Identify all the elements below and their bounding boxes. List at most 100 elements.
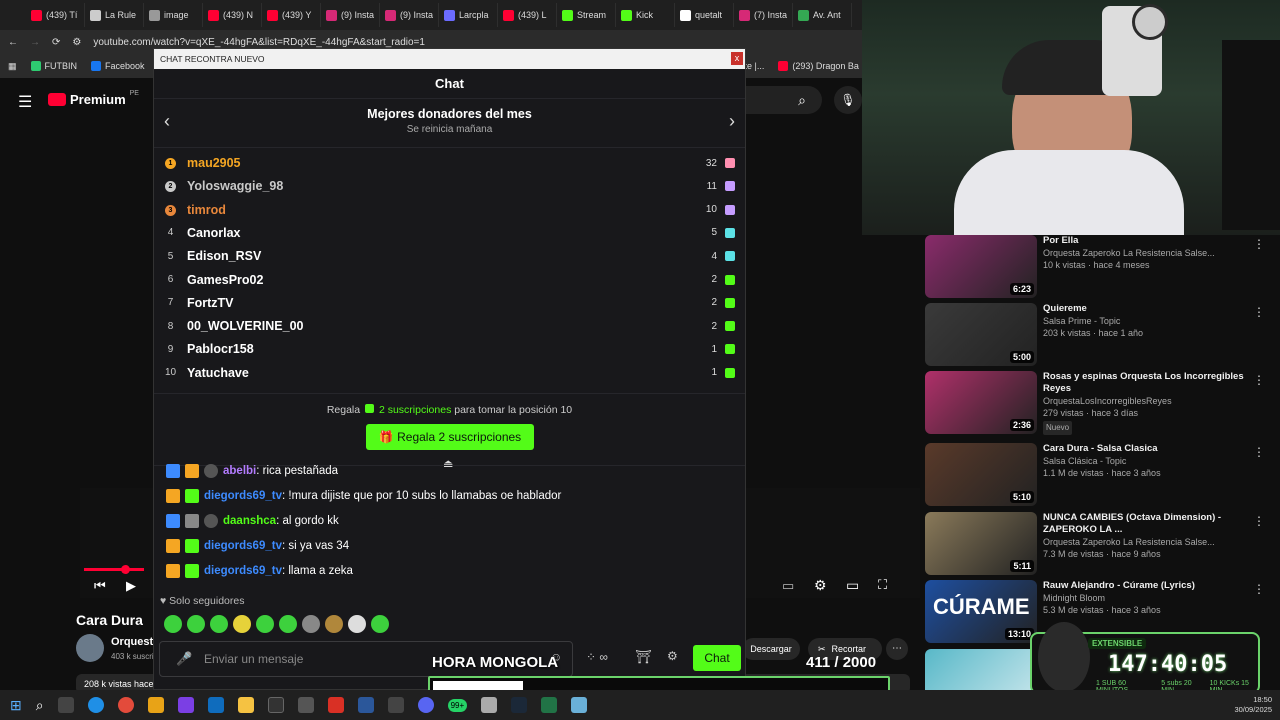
gift-shop-icon[interactable]: ⛩ bbox=[635, 649, 652, 665]
more-options-icon[interactable]: ⋮ bbox=[1253, 514, 1265, 528]
emote-icon[interactable] bbox=[371, 615, 389, 633]
more-options-icon[interactable]: ⋮ bbox=[1253, 373, 1265, 387]
site-info-icon[interactable]: ⚙ bbox=[72, 37, 81, 48]
search-icon[interactable]: ⌕ bbox=[36, 697, 44, 714]
donor-row[interactable]: 10 Yatuchave 1 bbox=[162, 363, 737, 383]
emote-icon[interactable] bbox=[325, 615, 343, 633]
bookmark-item[interactable]: Facebook bbox=[91, 61, 145, 71]
discord-icon[interactable] bbox=[417, 697, 434, 713]
browser-tab[interactable]: (439) L bbox=[498, 3, 557, 27]
excel-icon[interactable] bbox=[541, 697, 558, 713]
mic-icon[interactable]: 🎤 bbox=[176, 651, 192, 667]
bookmark-item[interactable]: FUTBIN bbox=[30, 61, 77, 71]
donor-row[interactable]: 8 00_WOLVERINE_00 2 bbox=[162, 316, 737, 336]
emote-icon[interactable] bbox=[256, 615, 274, 633]
emote-icon[interactable] bbox=[348, 615, 366, 633]
obs-icon[interactable] bbox=[267, 697, 284, 713]
chat-username[interactable]: diegords69_tv bbox=[204, 565, 282, 577]
chat-username[interactable]: diegords69_tv bbox=[204, 490, 282, 502]
forward-icon[interactable]: → bbox=[30, 37, 40, 48]
youtube-logo[interactable]: Premium PE bbox=[48, 90, 139, 107]
download-button[interactable]: Descargar bbox=[742, 638, 800, 660]
browser-tab[interactable]: Larcpla bbox=[439, 3, 498, 27]
system-clock[interactable]: 18:50 30/09/2025 bbox=[1234, 695, 1272, 715]
more-options-icon[interactable]: ⋮ bbox=[1253, 582, 1265, 596]
task-view-icon[interactable] bbox=[57, 697, 74, 713]
bookmark-item[interactable]: (293) Dragon Ba bbox=[778, 61, 859, 71]
app-icon[interactable] bbox=[571, 697, 588, 713]
donor-row[interactable]: 5 Edison_RSV 4 bbox=[162, 246, 737, 266]
emote-icon[interactable] bbox=[187, 615, 205, 633]
browser-tab[interactable]: Stream bbox=[557, 3, 616, 27]
theater-icon[interactable]: ▭ bbox=[846, 577, 859, 594]
close-button[interactable]: x bbox=[731, 52, 743, 65]
donor-row[interactable]: 9 Pablocr158 1 bbox=[162, 339, 737, 359]
reload-icon[interactable]: ⟳ bbox=[52, 37, 60, 48]
steam-icon[interactable] bbox=[511, 697, 528, 713]
recommended-video[interactable]: 6:23 Por Ella Orquesta Zaperoko La Resiste… bbox=[925, 235, 1275, 299]
video-thumbnail[interactable]: 6:23 bbox=[925, 235, 1037, 298]
browser-tab[interactable]: (439) N bbox=[203, 3, 262, 27]
back-icon[interactable]: ← bbox=[8, 37, 18, 48]
video-thumbnail[interactable]: 5:00 bbox=[925, 303, 1037, 366]
video-thumbnail[interactable]: 5:11 bbox=[925, 512, 1037, 575]
outlook-icon[interactable] bbox=[207, 697, 224, 713]
recommended-video[interactable]: 5:11 NUNCA CAMBIES (Octava Dimension) - Z… bbox=[925, 512, 1275, 576]
recommended-video[interactable]: 5:10 Cara Dura - Salsa Clasica Salsa Clási… bbox=[925, 443, 1275, 507]
copilot-icon[interactable] bbox=[177, 697, 194, 713]
word-icon[interactable] bbox=[357, 697, 374, 713]
progress-scrubber[interactable] bbox=[121, 565, 130, 574]
more-actions-icon[interactable]: ⋯ bbox=[886, 638, 908, 660]
apps-icon[interactable]: ▦ bbox=[8, 61, 17, 72]
app-icon[interactable] bbox=[481, 697, 498, 713]
browser-tab[interactable]: La Rule bbox=[85, 3, 144, 27]
app-icon[interactable] bbox=[297, 697, 314, 713]
chat-username[interactable]: abelbi bbox=[223, 465, 256, 477]
whatsapp-icon[interactable]: 99+ bbox=[447, 698, 468, 712]
browser-tab[interactable]: (9) Insta bbox=[380, 3, 439, 27]
address-field[interactable]: youtube.com/watch?v=qXE_-44hgFA&list=RDq… bbox=[93, 37, 425, 48]
browser-tab[interactable]: Kick bbox=[616, 3, 675, 27]
subtitles-icon[interactable]: ▭ bbox=[782, 578, 794, 594]
settings-icon[interactable]: ⚙ bbox=[814, 577, 827, 594]
more-options-icon[interactable]: ⋮ bbox=[1253, 445, 1265, 459]
channel-avatar[interactable] bbox=[76, 634, 104, 662]
store-icon[interactable] bbox=[147, 697, 164, 713]
chrome-icon[interactable] bbox=[117, 697, 134, 713]
search-input-end[interactable] bbox=[746, 86, 786, 114]
previous-icon[interactable]: ⏮ bbox=[94, 578, 106, 594]
settings-icon[interactable]: ⚙ bbox=[667, 649, 678, 663]
donor-row[interactable]: 7 FortzTV 2 bbox=[162, 293, 737, 313]
search-icon[interactable]: ⌕ bbox=[782, 86, 822, 114]
chat-send-button[interactable]: Chat bbox=[693, 645, 741, 671]
browser-tab[interactable]: (439) Tí bbox=[26, 3, 85, 27]
menu-icon[interactable]: ☰ bbox=[18, 92, 32, 112]
recommended-video[interactable]: 2:36 Rosas y espinas Orquesta Los Incorre… bbox=[925, 371, 1275, 435]
video-thumbnail[interactable]: 13:10 CÚRAME bbox=[925, 580, 1037, 643]
chat-username[interactable]: daanshca bbox=[223, 515, 276, 527]
browser-tab[interactable]: (9) Insta bbox=[321, 3, 380, 27]
donor-row[interactable]: 2 Yoloswaggie_98 11 bbox=[162, 176, 737, 196]
fullscreen-icon[interactable]: ⛶ bbox=[878, 577, 887, 593]
browser-tab[interactable]: image bbox=[144, 3, 203, 27]
explorer-icon[interactable] bbox=[237, 697, 254, 713]
points-icon[interactable]: ⁘ ∞ bbox=[586, 650, 608, 664]
donor-row[interactable]: 1 mau2905 32 bbox=[162, 153, 737, 173]
emote-icon[interactable] bbox=[164, 615, 182, 633]
app-icon[interactable] bbox=[327, 697, 344, 713]
donor-row[interactable]: 4 Canorlax 5 bbox=[162, 223, 737, 243]
donor-row[interactable]: 3 timrod 10 bbox=[162, 200, 737, 220]
emote-icon[interactable] bbox=[279, 615, 297, 633]
mic-icon[interactable]: 🎙 bbox=[834, 86, 862, 114]
video-thumbnail[interactable]: 5:10 bbox=[925, 443, 1037, 506]
windows-start-icon[interactable]: ⊞ bbox=[10, 697, 22, 714]
recommended-video[interactable]: 5:00 Quiereme Salsa Prime - Topic 203 k vis… bbox=[925, 303, 1275, 367]
emote-icon[interactable] bbox=[302, 615, 320, 633]
play-icon[interactable]: ▶ bbox=[126, 578, 136, 594]
more-options-icon[interactable]: ⋮ bbox=[1253, 237, 1265, 251]
more-options-icon[interactable]: ⋮ bbox=[1253, 305, 1265, 319]
emote-icon[interactable] bbox=[233, 615, 251, 633]
gift-subs-button[interactable]: 🎁 Regala 2 suscripciones bbox=[366, 424, 534, 450]
emote-icon[interactable] bbox=[210, 615, 228, 633]
app-icon[interactable] bbox=[387, 697, 404, 713]
